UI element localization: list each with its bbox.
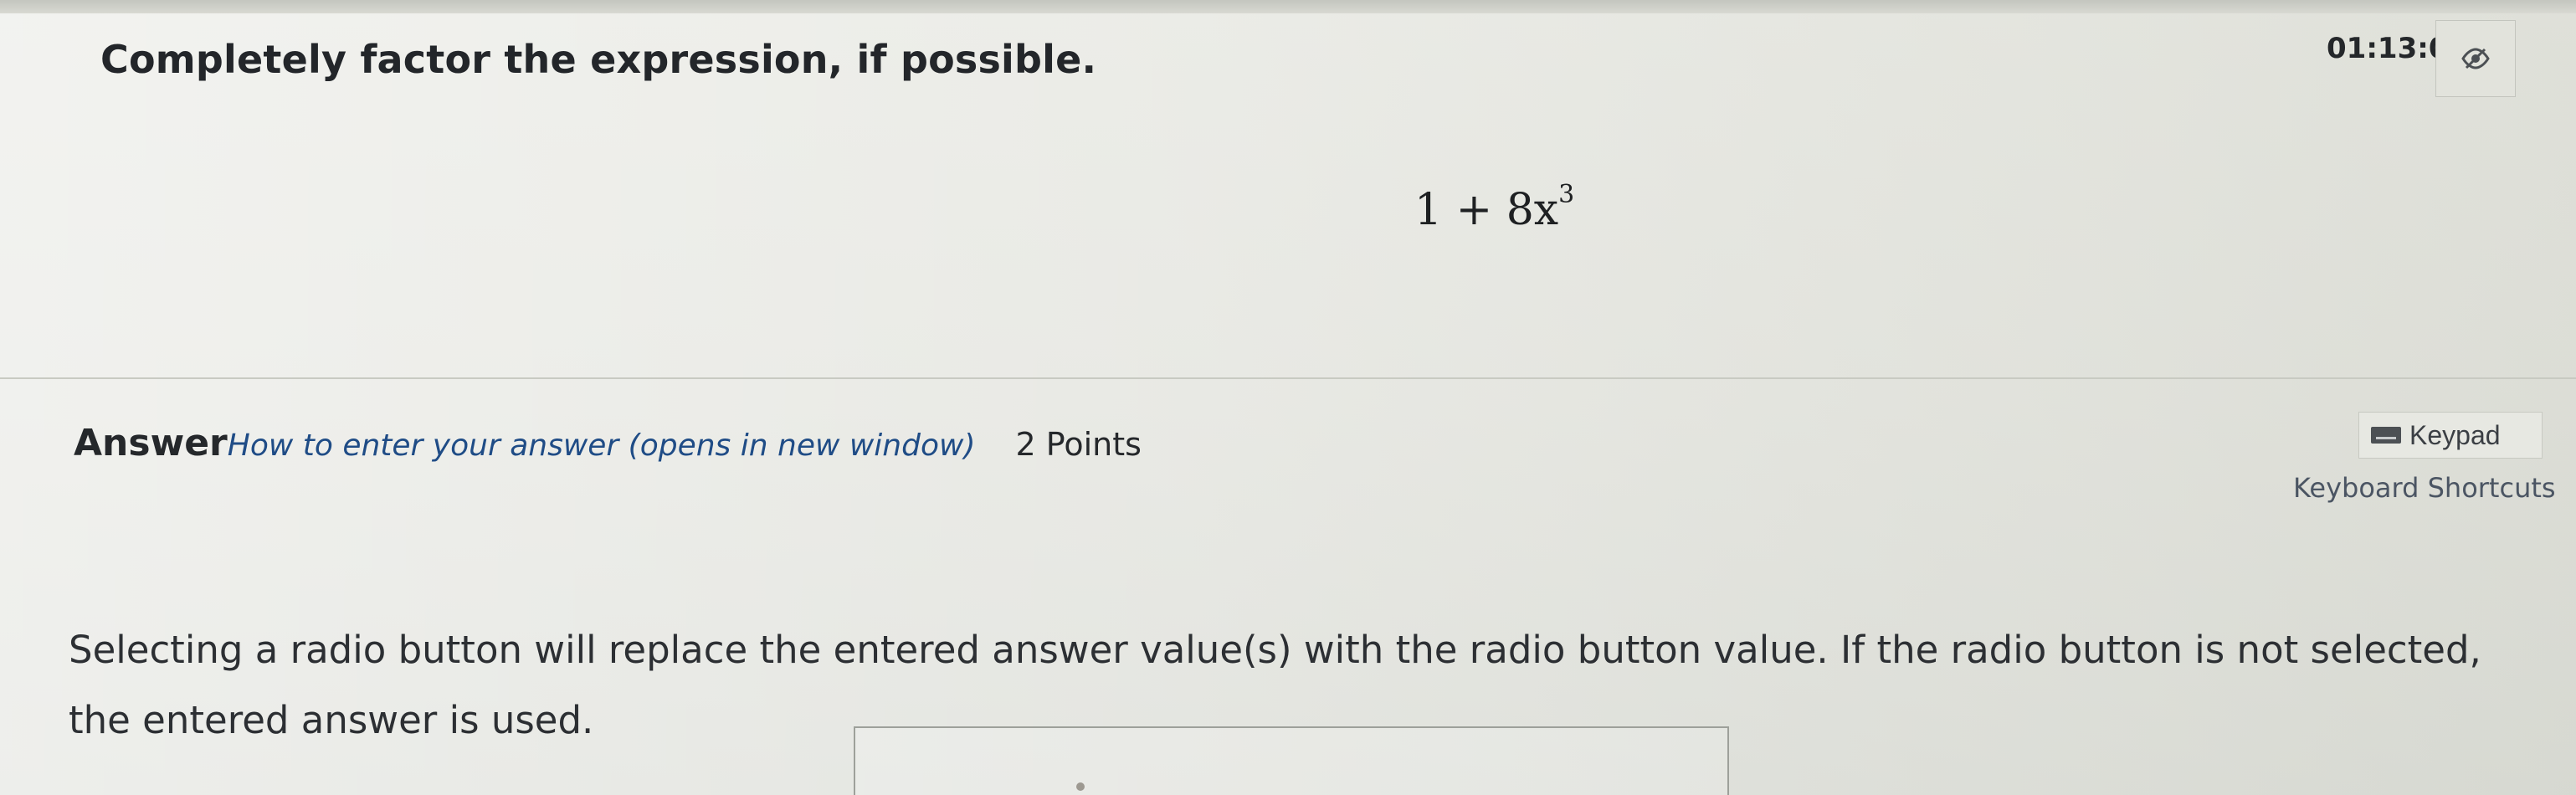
eye-slash-icon — [2461, 48, 2490, 69]
points-value: 2 Points — [1015, 426, 1142, 463]
keyboard-icon — [2371, 427, 2401, 444]
question-prompt: Completely factor the expression, if pos… — [100, 37, 1097, 82]
cursor-mark — [1076, 782, 1085, 791]
timer-visibility-button[interactable] — [2435, 20, 2516, 97]
answer-header: Answer How to enter your answer (opens i… — [74, 422, 1142, 472]
keyboard-shortcuts-link[interactable]: Keyboard Shortcuts — [2293, 472, 2556, 505]
answer-help-link[interactable]: How to enter your answer (opens in new w… — [228, 428, 976, 463]
answer-input-box[interactable] — [854, 726, 1729, 795]
keypad-label: Keypad — [2409, 419, 2501, 450]
expression-base: 1 + 8x — [1414, 185, 1559, 235]
answer-label: Answer — [74, 422, 228, 464]
math-expression: 1 + 8x3 — [1414, 180, 1574, 235]
question-panel: Completely factor the expression, if pos… — [0, 13, 2576, 379]
assessment-page: Completely factor the expression, if pos… — [0, 0, 2576, 795]
keypad-button[interactable]: Keypad — [2358, 412, 2543, 459]
expression-exponent: 3 — [1558, 179, 1575, 209]
top-strip — [0, 0, 2576, 13]
